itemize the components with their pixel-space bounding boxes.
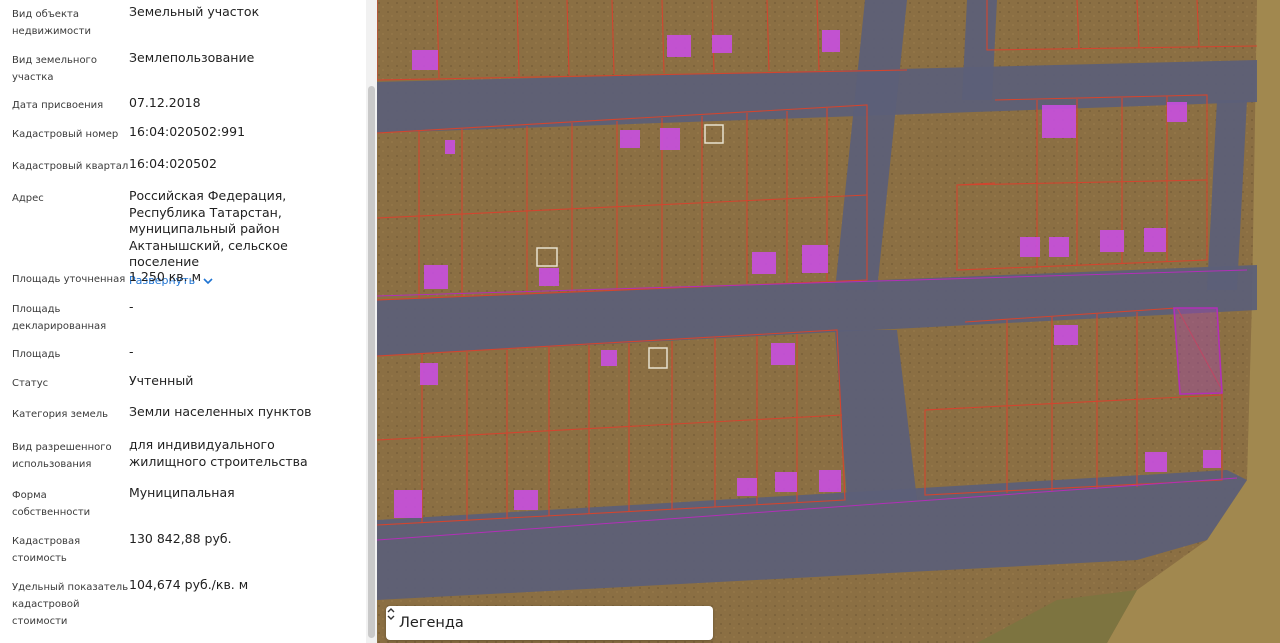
value-area: -	[129, 344, 134, 359]
value-land-category: Земли населенных пунктов	[129, 404, 312, 419]
label-cadastral-number: Кадастровый номер	[12, 129, 119, 140]
label-specific-value: Удельный показатель кадастровой стоимост…	[12, 582, 129, 627]
row-area: Площадь -	[12, 344, 362, 363]
building[interactable]	[1020, 237, 1040, 257]
row-specific-value: Удельный показатель кадастровой стоимост…	[12, 577, 362, 630]
label-status: Статус	[12, 378, 49, 389]
row-land-category: Категория земель Земли населенных пункто…	[12, 404, 362, 423]
label-cadastral-value: Кадастровая стоимость	[12, 536, 81, 564]
value-assign-date: 07.12.2018	[129, 95, 201, 110]
row-object-type: Вид объекта недвижимости Земельный участ…	[12, 4, 362, 40]
updown-chevron-icon	[387, 608, 395, 620]
value-specific-value: 104,674 руб./кв. м	[129, 577, 249, 592]
building[interactable]	[1203, 450, 1221, 468]
value-permitted-use: для индивидуального жилищного строительс…	[129, 437, 308, 469]
label-object-type: Вид объекта недвижимости	[12, 9, 91, 37]
value-ownership: Муниципальная	[129, 485, 235, 500]
building[interactable]	[1054, 325, 1078, 345]
row-area-refined: Площадь уточненная 1 250 кв. м	[12, 269, 362, 288]
building[interactable]	[660, 128, 680, 150]
row-land-type: Вид земельного участка Землепользование	[12, 50, 362, 86]
row-cadastral-value: Кадастровая стоимость 130 842,88 руб.	[12, 531, 362, 567]
building[interactable]	[420, 363, 438, 385]
building[interactable]	[1167, 102, 1187, 122]
value-land-type: Землепользование	[129, 50, 255, 65]
label-permitted-use: Вид разрешенного использования	[12, 442, 112, 470]
building[interactable]	[771, 343, 795, 365]
value-cadastral-number[interactable]: 16:04:020502:991	[129, 124, 355, 143]
label-land-category: Категория земель	[12, 409, 109, 420]
building[interactable]	[822, 30, 840, 52]
label-area: Площадь	[12, 349, 61, 360]
building[interactable]	[1049, 237, 1069, 257]
info-panel: Вид объекта недвижимости Земельный участ…	[0, 0, 377, 643]
legend-dropdown[interactable]: Легенда	[386, 606, 713, 640]
building[interactable]	[802, 245, 828, 273]
row-assign-date: Дата присвоения 07.12.2018	[12, 95, 362, 114]
building[interactable]	[1144, 228, 1166, 252]
label-land-type: Вид земельного участка	[12, 55, 97, 83]
app: Вид объекта недвижимости Земельный участ…	[0, 0, 1280, 643]
value-status: Учтенный	[129, 373, 194, 388]
building[interactable]	[412, 50, 438, 70]
building[interactable]	[1042, 105, 1076, 138]
row-ownership: Форма собственности Муниципальная	[12, 485, 362, 521]
building[interactable]	[819, 470, 841, 492]
building[interactable]	[445, 140, 455, 154]
row-cadastral-quarter: Кадастровый квартал 16:04:020502	[12, 156, 362, 175]
building[interactable]	[424, 265, 448, 289]
label-area-declared: Площадь декларированная	[12, 304, 107, 332]
building[interactable]	[1100, 230, 1124, 252]
legend-label: Легенда	[399, 615, 464, 631]
building[interactable]	[712, 35, 732, 53]
building[interactable]	[1145, 452, 1167, 472]
value-cadastral-quarter[interactable]: 16:04:020502	[129, 156, 355, 175]
value-area-refined: 1 250 кв. м	[129, 269, 202, 284]
building[interactable]	[601, 350, 617, 366]
value-area-declared: -	[129, 299, 134, 314]
value-object-type: Земельный участок	[129, 4, 260, 19]
scrollbar-thumb[interactable]	[368, 86, 375, 638]
label-ownership: Форма собственности	[12, 490, 91, 518]
row-cadastral-number: Кадастровый номер 16:04:020502:991	[12, 124, 362, 143]
building[interactable]	[775, 472, 797, 492]
building[interactable]	[620, 130, 640, 148]
building[interactable]	[514, 490, 538, 510]
label-area-refined: Площадь уточненная	[12, 274, 126, 285]
building[interactable]	[737, 478, 757, 496]
row-area-declared: Площадь декларированная -	[12, 299, 362, 335]
satellite-map[interactable]	[377, 0, 1280, 643]
row-permitted-use: Вид разрешенного использования для индив…	[12, 437, 362, 473]
map-view[interactable]: Легенда	[377, 0, 1280, 643]
building[interactable]	[667, 35, 691, 57]
label-assign-date: Дата присвоения	[12, 100, 104, 111]
panel-scrollbar[interactable]	[366, 0, 377, 643]
building[interactable]	[752, 252, 776, 274]
value-address: Российская Федерация, Республика Татарст…	[129, 188, 288, 269]
building[interactable]	[394, 490, 422, 518]
selected-parcel[interactable]	[1173, 307, 1223, 395]
building[interactable]	[539, 268, 559, 286]
row-status: Статус Учтенный	[12, 373, 362, 392]
label-cadastral-quarter: Кадастровый квартал	[12, 161, 129, 172]
value-cadastral-value: 130 842,88 руб.	[129, 531, 232, 546]
